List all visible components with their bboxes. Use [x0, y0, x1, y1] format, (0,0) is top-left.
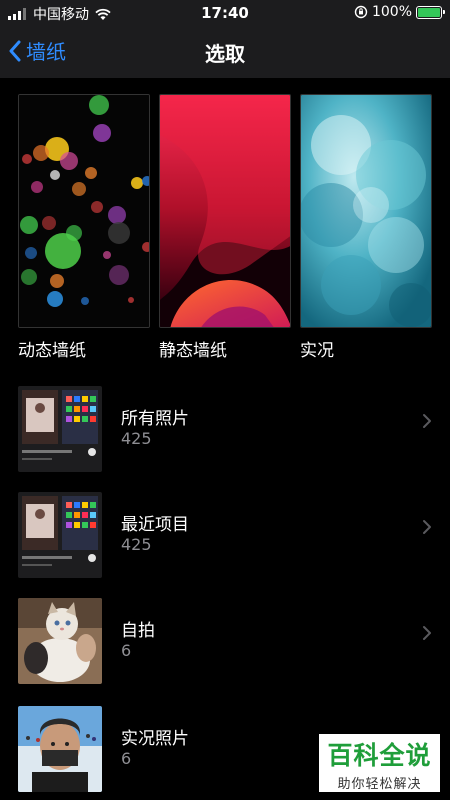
album-count: 6	[121, 641, 132, 660]
album-name: 自拍	[121, 621, 155, 641]
dynamic-wallpaper-thumbnail	[18, 94, 150, 328]
album-thumbnail	[18, 386, 102, 472]
category-live[interactable]: 实况	[300, 94, 432, 361]
album-thumbnail	[18, 598, 102, 684]
album-count: 6	[121, 749, 132, 768]
watermark-logo: 百科全说 助你轻松解决	[319, 734, 440, 792]
album-count: 425	[121, 429, 152, 448]
album-thumbnail	[18, 706, 102, 792]
page-title: 选取	[205, 42, 245, 66]
category-label: 动态墙纸	[18, 341, 86, 361]
category-dynamic[interactable]: 动态墙纸	[18, 94, 150, 361]
nav-bar: 墙纸 选取	[0, 24, 450, 78]
category-label: 实况	[300, 341, 334, 361]
watermark-sub: 助你轻松解决	[337, 777, 422, 792]
album-recents[interactable]: 最近项目 425	[0, 492, 450, 596]
chevron-right-icon	[423, 414, 431, 428]
album-all-photos[interactable]: 所有照片 425	[0, 386, 450, 490]
category-still[interactable]: 静态墙纸	[159, 94, 291, 361]
status-bar: 中国移动 17:40 100%	[0, 0, 450, 24]
category-label: 静态墙纸	[159, 341, 227, 361]
orientation-lock-icon	[354, 5, 368, 19]
still-wallpaper-thumbnail	[159, 94, 291, 328]
album-name: 最近项目	[121, 515, 189, 535]
chevron-right-icon	[423, 626, 431, 640]
album-thumbnail	[18, 492, 102, 578]
battery-fill	[418, 7, 440, 17]
album-name: 所有照片	[121, 409, 189, 429]
live-wallpaper-thumbnail	[300, 94, 432, 328]
chevron-right-icon	[423, 520, 431, 534]
album-count: 425	[121, 535, 152, 554]
battery-icon	[416, 5, 445, 19]
status-right: 100%	[354, 4, 445, 20]
battery-percent: 100%	[371, 4, 412, 20]
album-selfies[interactable]: 自拍 6	[0, 598, 450, 702]
watermark-main: 百科全说	[327, 741, 432, 770]
album-name: 实况照片	[121, 729, 189, 749]
